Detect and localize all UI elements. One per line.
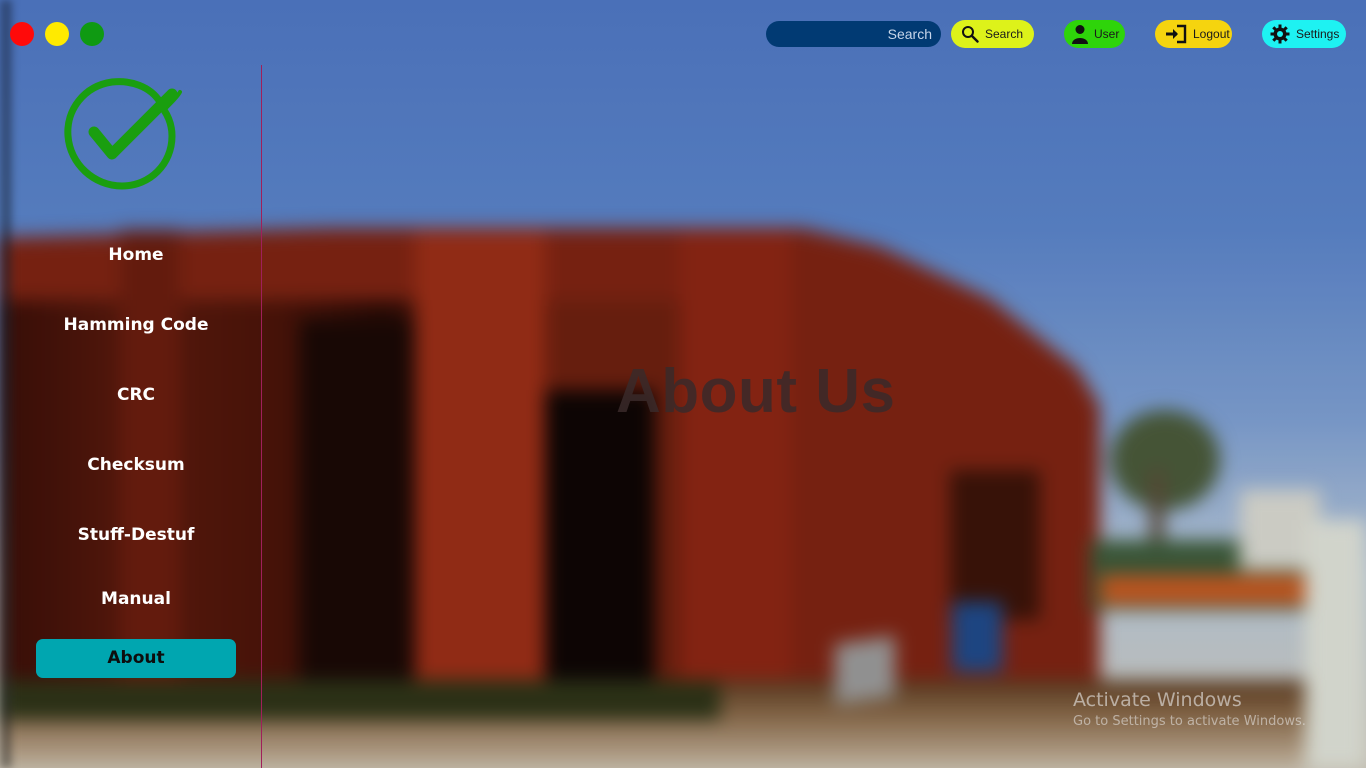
sidebar-item-checksum[interactable]: Checksum xyxy=(36,455,236,475)
sidebar-item-manual[interactable]: Manual xyxy=(36,589,236,609)
settings-button-label: Settings xyxy=(1296,27,1340,41)
sign-in-arrow-icon xyxy=(1166,24,1187,44)
activate-windows-title: Activate Windows xyxy=(1073,689,1242,711)
sidebar-divider xyxy=(261,65,262,768)
settings-button[interactable]: Settings xyxy=(1262,20,1346,48)
gear-icon xyxy=(1270,24,1290,44)
close-window-button[interactable] xyxy=(10,22,34,46)
magnifier-icon xyxy=(962,26,979,43)
green-checkmark-circle-icon xyxy=(64,78,182,190)
person-icon xyxy=(1072,25,1088,44)
activate-windows-subtitle: Go to Settings to activate Windows. xyxy=(1073,714,1306,729)
page-title: About Us xyxy=(616,357,896,426)
sidebar-item-about[interactable]: About xyxy=(36,639,236,678)
logout-button[interactable]: Logout xyxy=(1155,20,1232,48)
logout-button-label: Logout xyxy=(1193,27,1230,41)
user-button-label: User xyxy=(1094,27,1120,41)
minimize-window-button[interactable] xyxy=(45,22,69,46)
sidebar-item-hamming-code[interactable]: Hamming Code xyxy=(36,315,236,335)
sidebar-item-home[interactable]: Home xyxy=(36,245,236,265)
user-button[interactable]: User xyxy=(1064,20,1125,48)
maximize-window-button[interactable] xyxy=(80,22,104,46)
search-input[interactable] xyxy=(766,21,941,47)
search-button-label: Search xyxy=(985,27,1024,41)
search-button[interactable]: Search xyxy=(951,20,1034,48)
sidebar-item-crc[interactable]: CRC xyxy=(36,385,236,405)
sidebar-item-stuff-destuf[interactable]: Stuff-Destuf xyxy=(36,525,236,545)
